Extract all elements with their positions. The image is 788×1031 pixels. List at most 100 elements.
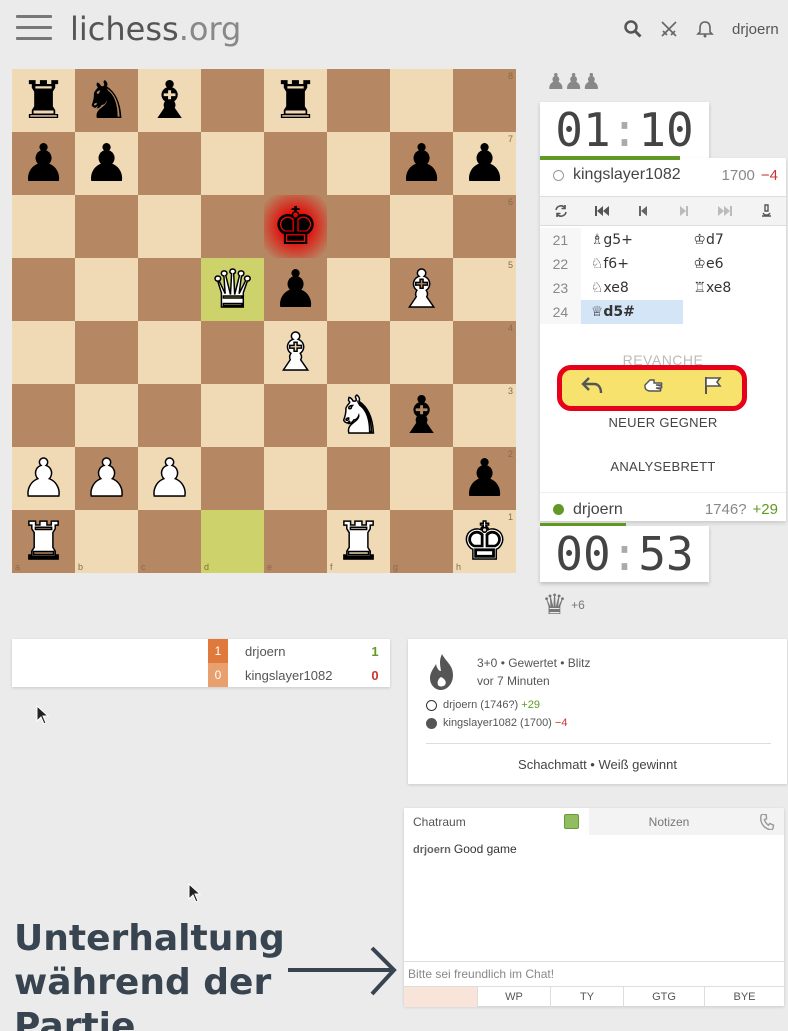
square-f1[interactable]: ♜ f bbox=[327, 510, 390, 573]
square-a1[interactable]: ♜ a bbox=[12, 510, 75, 573]
square-g1[interactable]: g bbox=[390, 510, 453, 573]
user-menu-link[interactable]: drjoern bbox=[732, 21, 779, 38]
square-g4[interactable] bbox=[390, 321, 453, 384]
white-pawn-icon[interactable]: ♟ bbox=[19, 452, 67, 506]
square-d2[interactable] bbox=[201, 447, 264, 510]
square-b2[interactable]: ♟ bbox=[75, 447, 138, 510]
chat-preset-wp[interactable]: WP bbox=[477, 987, 550, 1007]
square-f7[interactable] bbox=[327, 132, 390, 195]
square-b5[interactable] bbox=[75, 258, 138, 321]
bell-icon[interactable] bbox=[694, 20, 716, 42]
tab-chatroom[interactable]: Chatraum bbox=[404, 808, 589, 835]
swords-icon[interactable] bbox=[658, 20, 680, 42]
square-d3[interactable] bbox=[201, 384, 264, 447]
white-king-icon[interactable]: ♚ bbox=[460, 515, 508, 569]
square-e1[interactable]: e bbox=[264, 510, 327, 573]
white-knight-icon[interactable]: ♞ bbox=[334, 389, 382, 443]
square-a8[interactable]: ♜ bbox=[12, 69, 75, 132]
square-f4[interactable] bbox=[327, 321, 390, 384]
black-rook-icon[interactable]: ♜ bbox=[272, 75, 319, 127]
square-c5[interactable] bbox=[138, 258, 201, 321]
square-h1[interactable]: ♚ h 1 bbox=[453, 510, 516, 573]
black-pawn-icon[interactable]: ♟ bbox=[20, 138, 67, 190]
black-king-icon[interactable]: ♚ bbox=[272, 201, 319, 253]
analysis-microscope-icon[interactable] bbox=[745, 197, 786, 225]
white-rook-icon[interactable]: ♜ bbox=[334, 515, 382, 569]
white-move[interactable]: ♘f6+ bbox=[581, 252, 684, 276]
square-b1[interactable]: b bbox=[75, 510, 138, 573]
square-h4[interactable]: 4 bbox=[453, 321, 516, 384]
square-c3[interactable] bbox=[138, 384, 201, 447]
square-h2[interactable]: ♟ 2 bbox=[453, 447, 516, 510]
black-bishop-icon[interactable]: ♝ bbox=[398, 390, 445, 442]
square-a2[interactable]: ♟ bbox=[12, 447, 75, 510]
square-e2[interactable] bbox=[264, 447, 327, 510]
square-b6[interactable] bbox=[75, 195, 138, 258]
square-e4[interactable]: ♝ bbox=[264, 321, 327, 384]
square-f8[interactable] bbox=[327, 69, 390, 132]
white-pawn-icon[interactable]: ♟ bbox=[145, 452, 193, 506]
white-bishop-icon[interactable]: ♝ bbox=[271, 326, 319, 380]
next-move-icon[interactable] bbox=[663, 197, 704, 225]
square-g7[interactable]: ♟ bbox=[390, 132, 453, 195]
square-g2[interactable] bbox=[390, 447, 453, 510]
square-c4[interactable] bbox=[138, 321, 201, 384]
my-name[interactable]: drjoern bbox=[573, 501, 705, 519]
black-knight-icon[interactable]: ♞ bbox=[83, 75, 130, 127]
white-player-info[interactable]: drjoern (1746?) +29 bbox=[426, 699, 540, 711]
square-g6[interactable] bbox=[390, 195, 453, 258]
chat-preset-empty[interactable] bbox=[404, 987, 477, 1007]
black-player-info[interactable]: kingslayer1082 (1700) −4 bbox=[426, 717, 567, 729]
square-d4[interactable] bbox=[201, 321, 264, 384]
black-pawn-icon[interactable]: ♟ bbox=[461, 138, 508, 190]
square-h7[interactable]: ♟ 7 bbox=[453, 132, 516, 195]
square-a6[interactable] bbox=[12, 195, 75, 258]
new-opponent-button[interactable]: NEUER GEGNER bbox=[540, 415, 786, 430]
site-logo[interactable]: lichess.org bbox=[70, 10, 241, 48]
square-b3[interactable] bbox=[75, 384, 138, 447]
square-f6[interactable] bbox=[327, 195, 390, 258]
black-pawn-icon[interactable]: ♟ bbox=[83, 138, 130, 190]
square-d5[interactable]: ♛ bbox=[201, 258, 264, 321]
takeback-icon[interactable] bbox=[580, 375, 604, 401]
square-d7[interactable] bbox=[201, 132, 264, 195]
black-rook-icon[interactable]: ♜ bbox=[20, 75, 67, 127]
white-move[interactable]: ♕d5# bbox=[580, 300, 684, 324]
chat-preset-ty[interactable]: TY bbox=[550, 987, 623, 1007]
white-bishop-icon[interactable]: ♝ bbox=[397, 263, 445, 317]
previous-move-icon[interactable] bbox=[622, 197, 663, 225]
square-c1[interactable]: c bbox=[138, 510, 201, 573]
opponent-name[interactable]: kingslayer1082 bbox=[573, 166, 722, 184]
white-pawn-icon[interactable]: ♟ bbox=[82, 452, 130, 506]
square-c8[interactable]: ♝ bbox=[138, 69, 201, 132]
square-g5[interactable]: ♝ bbox=[390, 258, 453, 321]
square-e3[interactable] bbox=[264, 384, 327, 447]
square-b7[interactable]: ♟ bbox=[75, 132, 138, 195]
square-e5[interactable]: ♟ bbox=[264, 258, 327, 321]
chat-input[interactable]: Bitte sei freundlich im Chat! bbox=[404, 961, 784, 986]
resign-flag-icon[interactable] bbox=[702, 375, 724, 401]
chat-preset-gtg[interactable]: GTG bbox=[623, 987, 704, 1007]
crosstable-row[interactable]: 0 kingslayer1082 0 bbox=[208, 663, 390, 687]
black-pawn-icon[interactable]: ♟ bbox=[461, 453, 508, 505]
chat-message-user[interactable]: drjoern bbox=[413, 844, 451, 856]
square-c7[interactable] bbox=[138, 132, 201, 195]
square-b8[interactable]: ♞ bbox=[75, 69, 138, 132]
square-g3[interactable]: ♝ bbox=[390, 384, 453, 447]
voice-chat-phone-icon[interactable] bbox=[749, 808, 784, 835]
black-move[interactable]: ♔d7 bbox=[683, 228, 786, 252]
first-move-icon[interactable] bbox=[581, 197, 622, 225]
chess-board[interactable]: ♜ ♞ ♝ ♜ 8 ♟ ♟ ♟ ♟ 7 ♚ 6 ♛ ♟ ♝ 5 ♝ 4 ♞ ♝ 3 ♟ ♟ ♟ ♟ 2 ♜ a b c d e ♜ f g ♚ h 1 bbox=[12, 69, 516, 573]
white-move[interactable]: ♘xe8 bbox=[581, 276, 684, 300]
tab-notes[interactable]: Notizen bbox=[589, 808, 749, 835]
square-d8[interactable] bbox=[201, 69, 264, 132]
square-e6[interactable]: ♚ bbox=[264, 195, 327, 258]
black-pawn-icon[interactable]: ♟ bbox=[398, 138, 445, 190]
analysis-board-button[interactable]: ANALYSEBRETT bbox=[540, 459, 786, 474]
square-a7[interactable]: ♟ bbox=[12, 132, 75, 195]
square-h5[interactable]: 5 bbox=[453, 258, 516, 321]
square-f2[interactable] bbox=[327, 447, 390, 510]
square-h8[interactable]: 8 bbox=[453, 69, 516, 132]
square-f3[interactable]: ♞ bbox=[327, 384, 390, 447]
square-f5[interactable] bbox=[327, 258, 390, 321]
